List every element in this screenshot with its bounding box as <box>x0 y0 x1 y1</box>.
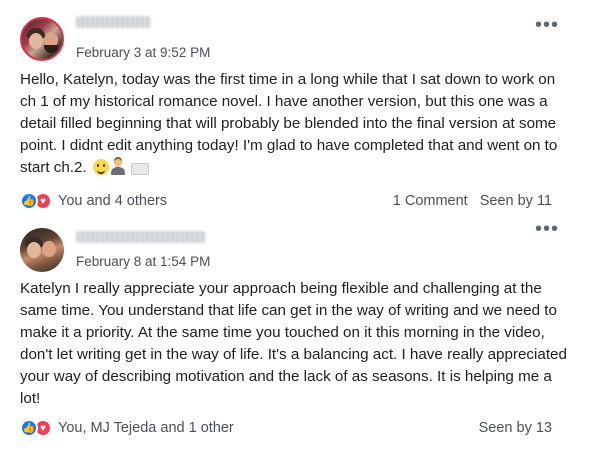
more-options-button[interactable]: ••• <box>535 15 559 35</box>
reactions-summary[interactable]: 👍 ♥ You and 4 others <box>20 192 167 210</box>
post-2: February 8 at 1:54 PM ••• Katelyn I real… <box>0 219 602 467</box>
thumbs-up-icon: 👍 <box>20 192 38 210</box>
seen-by-link[interactable]: Seen by 11 <box>480 193 552 209</box>
thumbs-up-icon: 👍 <box>20 419 38 437</box>
post-body: Hello, Katelyn, today was the first time… <box>20 69 572 179</box>
post-1: February 3 at 9:52 PM ••• Hello, Katelyn… <box>0 0 602 218</box>
author-avatar[interactable] <box>20 228 64 272</box>
reactions-text[interactable]: You, MJ Tejeda and 1 other <box>58 420 234 436</box>
seen-by-link[interactable]: Seen by 13 <box>479 420 552 436</box>
person-icon <box>110 159 125 175</box>
post-timestamp[interactable]: February 3 at 9:52 PM <box>76 45 210 60</box>
reactions-text[interactable]: You and 4 others <box>58 193 167 209</box>
post-timestamp[interactable]: February 8 at 1:54 PM <box>76 254 210 269</box>
laptop-icon <box>131 163 150 175</box>
author-name-redacted[interactable] <box>76 16 151 28</box>
post-meta: 1 Comment Seen by 11 <box>393 193 552 209</box>
reactions-summary[interactable]: 👍 ♥ You, MJ Tejeda and 1 other <box>20 419 234 437</box>
comments-link[interactable]: 1 Comment <box>393 193 468 209</box>
more-options-button[interactable]: ••• <box>535 219 559 239</box>
post-body: Katelyn I really appreciate your approac… <box>20 280 567 407</box>
author-name-redacted[interactable] <box>76 231 206 243</box>
author-avatar[interactable] <box>20 17 64 61</box>
post-meta: Seen by 13 <box>479 420 552 436</box>
smiling-face-icon <box>92 159 109 175</box>
